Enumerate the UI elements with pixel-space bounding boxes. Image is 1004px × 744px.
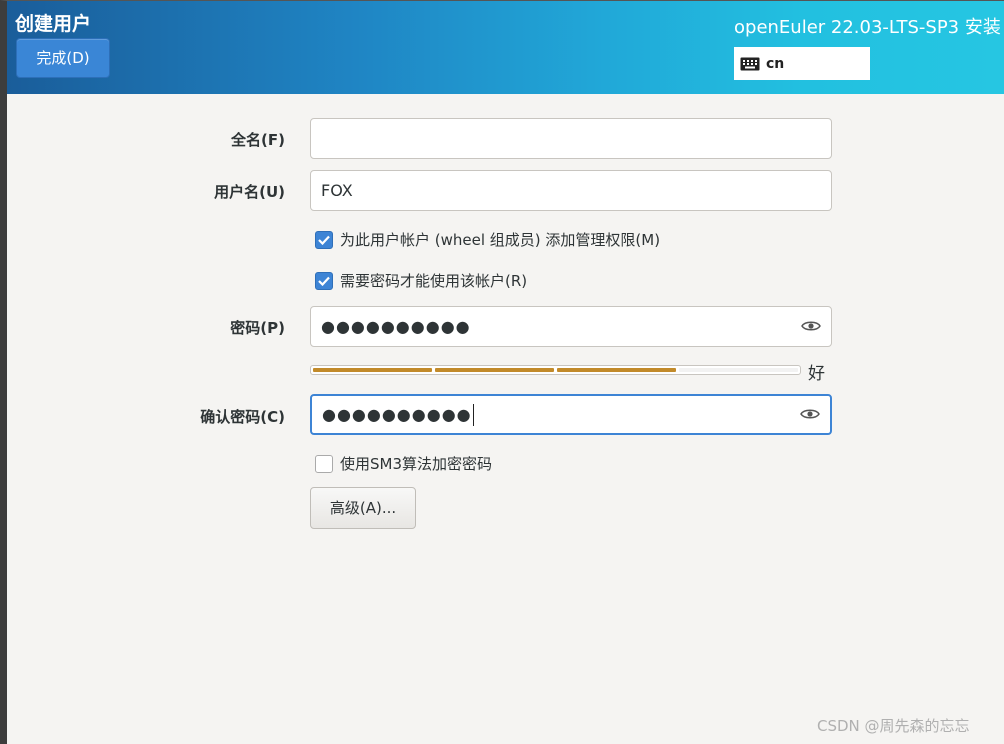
- admin-checkbox-label: 为此用户帐户 (wheel 组成员) 添加管理权限(M): [340, 231, 661, 249]
- text-caret: [472, 403, 474, 426]
- eye-icon[interactable]: [801, 319, 821, 333]
- strength-segment: [679, 368, 798, 372]
- sm3-checkbox-row[interactable]: 使用SM3算法加密密码: [315, 453, 492, 474]
- confirm-password-label: 确认密码(C): [200, 408, 285, 426]
- password-strength-label: 好: [808, 364, 825, 384]
- confirm-password-mask: ●●●●●●●●●●: [322, 405, 472, 424]
- password-label: 密码(P): [230, 319, 285, 337]
- product-title: openEuler 22.03-LTS-SP3 安装: [734, 17, 1001, 38]
- advanced-button[interactable]: 高级(A)...: [310, 487, 416, 529]
- done-button[interactable]: 完成(D): [16, 38, 110, 78]
- page-title: 创建用户: [15, 13, 92, 35]
- username-label: 用户名(U): [214, 183, 285, 201]
- installer-window: 创建用户 完成(D) openEuler 22.03-LTS-SP3 安装 cn…: [0, 0, 1004, 744]
- keyboard-layout-indicator[interactable]: cn: [734, 47, 870, 80]
- username-input[interactable]: FOX: [310, 170, 832, 211]
- fullname-input[interactable]: [310, 118, 832, 159]
- header-bar: 创建用户 完成(D) openEuler 22.03-LTS-SP3 安装 cn: [7, 1, 1004, 94]
- strength-segment: [557, 368, 676, 372]
- fullname-label: 全名(F): [231, 131, 285, 149]
- keyboard-layout-label: cn: [766, 55, 785, 72]
- strength-segment: [313, 368, 432, 372]
- confirm-password-input[interactable]: ●●●●●●●●●●: [310, 394, 832, 435]
- admin-checkbox-row[interactable]: 为此用户帐户 (wheel 组成员) 添加管理权限(M): [315, 229, 660, 250]
- require-password-label: 需要密码才能使用该帐户(R): [340, 272, 528, 290]
- require-password-checkbox[interactable]: [315, 271, 333, 290]
- checkmark-icon: [318, 276, 330, 286]
- watermark: CSDN @周先森的忘忘: [817, 717, 970, 735]
- checkmark-icon: [318, 235, 330, 245]
- password-strength-bar: [310, 365, 801, 375]
- password-input[interactable]: ●●●●●●●●●●: [310, 306, 832, 347]
- require-password-row[interactable]: 需要密码才能使用该帐户(R): [315, 270, 527, 291]
- sm3-checkbox-label: 使用SM3算法加密密码: [340, 455, 493, 473]
- sm3-checkbox[interactable]: [315, 454, 333, 473]
- username-value: FOX: [321, 181, 353, 200]
- keyboard-icon: [740, 57, 760, 70]
- admin-checkbox[interactable]: [315, 230, 333, 249]
- eye-icon[interactable]: [800, 407, 820, 421]
- password-mask: ●●●●●●●●●●: [321, 317, 471, 336]
- strength-segment: [435, 368, 554, 372]
